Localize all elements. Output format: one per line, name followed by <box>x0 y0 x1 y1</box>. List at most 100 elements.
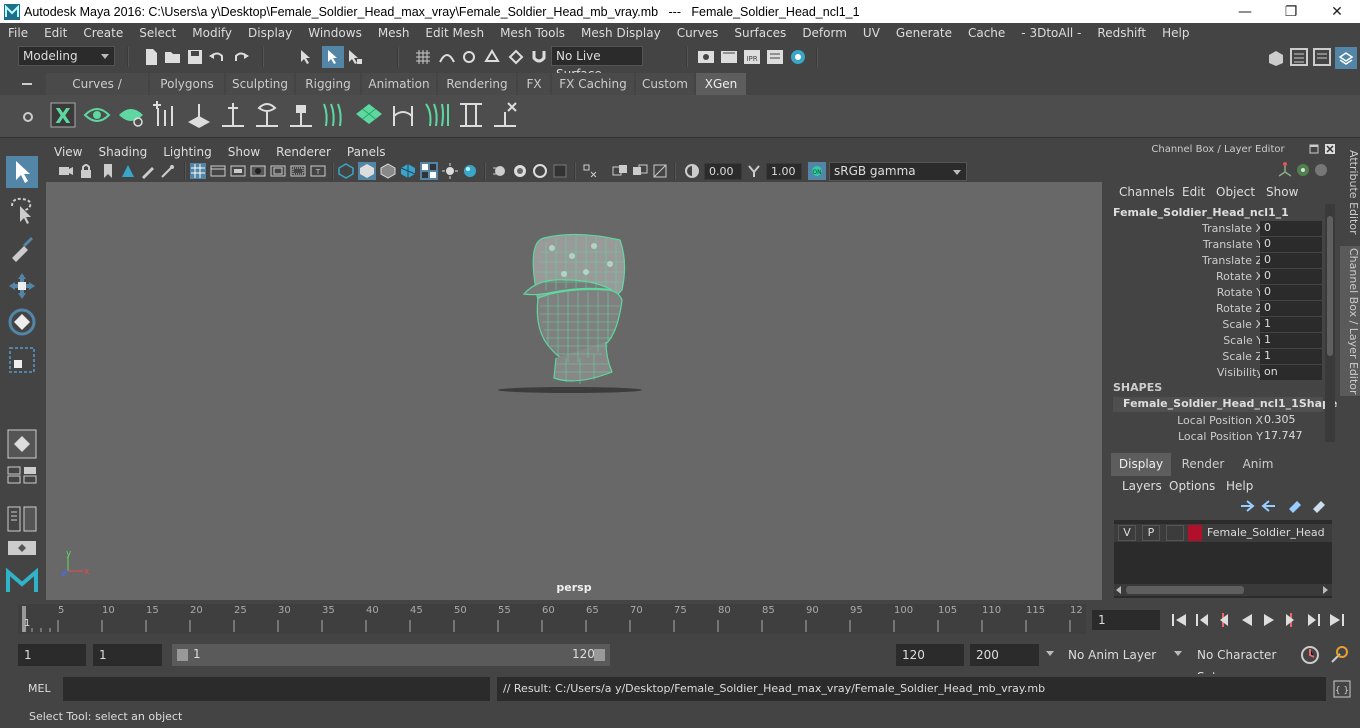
lasso-tool-icon[interactable] <box>6 194 38 226</box>
step-back-frame-icon[interactable] <box>1214 612 1232 628</box>
gamma-field[interactable]: 1.00 <box>766 163 802 180</box>
attr-translate-y[interactable]: Translate Y0 <box>1109 237 1323 253</box>
shelf-tab-rendering[interactable]: Rendering <box>438 73 516 95</box>
anim-layer-chevron-down-icon[interactable] <box>1046 651 1054 656</box>
attribute-editor-side-tab[interactable]: Attribute Editor <box>1340 146 1360 238</box>
viewport-menu-shading[interactable]: Shading <box>90 145 147 159</box>
shelf-settings-gear-icon[interactable] <box>20 109 36 125</box>
open-scene-icon[interactable] <box>164 48 182 66</box>
layer-tab-anim[interactable]: Anim <box>1235 453 1281 476</box>
selected-object-name[interactable]: Female_Soldier_Head_ncl1_1 <box>1113 206 1289 219</box>
render-current-frame-icon[interactable] <box>697 48 715 66</box>
speed-mode-icon[interactable] <box>1295 162 1311 178</box>
menu-deform[interactable]: Deform <box>794 26 855 40</box>
attr-value[interactable]: 1 <box>1260 317 1322 332</box>
channel-box-scrollbar[interactable] <box>1325 204 1335 442</box>
attr-scale-y[interactable]: Scale Y1 <box>1109 333 1323 349</box>
snap-to-grid-icon[interactable] <box>414 48 432 66</box>
menu-generate[interactable]: Generate <box>888 26 960 40</box>
attr-value[interactable]: 1 <box>1260 349 1322 364</box>
float-panel-icon[interactable] <box>1309 144 1319 154</box>
shelf-menu-icon[interactable] <box>20 77 34 91</box>
attr-rotate-z[interactable]: Rotate Z0 <box>1109 301 1323 317</box>
isolate-select-icon[interactable] <box>552 163 568 179</box>
shelf-tab-curves-surfaces[interactable]: Curves / Surfaces <box>46 73 148 113</box>
select-by-component-icon[interactable] <box>346 48 364 66</box>
menu-surfaces[interactable]: Surfaces <box>726 26 794 40</box>
menu-mesh[interactable]: Mesh <box>370 26 418 40</box>
layer-list-hscrollbar[interactable] <box>1114 584 1332 596</box>
view-transform-dropdown[interactable]: sRGB gamma <box>829 162 967 181</box>
attr-value[interactable]: 0 <box>1260 253 1322 268</box>
move-layer-up-icon[interactable] <box>1239 499 1255 513</box>
attr-local-position-x[interactable]: Local Position X 0.305 <box>1109 413 1323 429</box>
grease-pencil-icon[interactable] <box>140 163 156 179</box>
outliner-layout-icon[interactable] <box>6 506 38 532</box>
attr-translate-z[interactable]: Translate Z0 <box>1109 253 1323 269</box>
xgen-curves-to-guides-icon[interactable] <box>422 100 452 130</box>
modeling-toolkit-icon[interactable] <box>1266 47 1286 67</box>
menu-uv[interactable]: UV <box>855 26 888 40</box>
female-soldier-head-model[interactable] <box>522 233 626 384</box>
attr-value[interactable]: on <box>1260 365 1322 380</box>
step-forward-frame-icon[interactable] <box>1282 612 1300 628</box>
xray-icon[interactable] <box>582 163 598 179</box>
rotate-tool-icon[interactable] <box>6 306 38 338</box>
step-back-key-icon[interactable] <box>1194 612 1212 628</box>
anim-layer-dropdown[interactable]: No Anim Layer <box>1062 644 1164 666</box>
animation-start-field[interactable]: 1 <box>18 644 86 666</box>
menu-windows[interactable]: Windows <box>300 26 370 40</box>
scroll-right-icon[interactable] <box>1323 586 1328 594</box>
color-management-icon[interactable]: ON <box>808 162 826 180</box>
render-settings-icon[interactable] <box>766 48 784 66</box>
wireframe-on-shaded-icon[interactable] <box>380 163 396 179</box>
shape-node-name[interactable]: Female_Soldier_Head_ncl1_1Shape <box>1113 397 1337 412</box>
snap-to-point-icon[interactable] <box>460 48 478 66</box>
layer-name[interactable]: Female_Soldier_Head <box>1207 526 1325 539</box>
range-slider[interactable]: 1 120 <box>172 644 610 666</box>
scale-tool-icon[interactable] <box>6 344 38 376</box>
attr-rotate-y[interactable]: Rotate Y0 <box>1109 285 1323 301</box>
scrollbar-thumb[interactable] <box>1126 586 1244 594</box>
menuset-dropdown[interactable]: Modeling <box>18 46 115 66</box>
render-sequence-icon[interactable] <box>720 48 738 66</box>
xgen-guides-icon[interactable] <box>456 100 486 130</box>
scroll-left-icon[interactable] <box>1116 586 1121 594</box>
film-gate-icon[interactable] <box>210 163 226 179</box>
menu-edit[interactable]: Edit <box>36 26 75 40</box>
move-tool-icon[interactable] <box>6 270 38 302</box>
perspective-viewport[interactable]: y x z persp <box>46 182 1102 600</box>
cb-menu-show[interactable]: Show <box>1266 185 1298 199</box>
menu-select[interactable]: Select <box>131 26 184 40</box>
depth-of-field-icon[interactable] <box>532 163 548 179</box>
single-perspective-view-icon[interactable] <box>6 428 38 460</box>
menu-help[interactable]: Help <box>1154 26 1197 40</box>
cb-menu-channels[interactable]: Channels <box>1119 185 1175 199</box>
play-backwards-icon[interactable] <box>1238 612 1256 628</box>
make-live-icon[interactable] <box>507 48 525 66</box>
new-scene-icon[interactable] <box>142 48 160 66</box>
attr-value[interactable]: 17.747 <box>1260 429 1322 444</box>
xgen-editor-icon[interactable]: X <box>48 100 78 130</box>
xgen-delete-guide-icon[interactable] <box>490 100 520 130</box>
cb-menu-edit[interactable]: Edit <box>1182 185 1205 199</box>
layer-menu-layers[interactable]: Layers <box>1122 479 1162 493</box>
attr-value[interactable]: 0.305 <box>1260 413 1322 428</box>
playback-end-field[interactable]: 120 <box>896 644 964 666</box>
viewport-menu-panels[interactable]: Panels <box>339 145 386 159</box>
command-language-label[interactable]: MEL <box>28 682 51 695</box>
range-start-handle[interactable] <box>177 649 188 661</box>
redo-icon[interactable] <box>232 48 250 66</box>
lock-camera-icon[interactable] <box>78 163 94 179</box>
exposure-icon[interactable] <box>684 163 700 179</box>
shelf-tab-polygons[interactable]: Polygons <box>150 73 224 95</box>
close-panel-icon[interactable] <box>1325 144 1335 154</box>
snap-to-view-plane-icon[interactable] <box>483 48 501 66</box>
xgen-lock-guide-icon[interactable] <box>286 100 316 130</box>
character-set-dropdown[interactable]: No Character Set <box>1191 644 1295 684</box>
cb-menu-object[interactable]: Object <box>1216 185 1255 199</box>
paint-select-tool-icon[interactable] <box>6 232 38 264</box>
safe-title-icon[interactable]: T <box>310 163 326 179</box>
playback-start-field[interactable]: 1 <box>93 644 162 666</box>
menu-edit-mesh[interactable]: Edit Mesh <box>417 26 492 40</box>
